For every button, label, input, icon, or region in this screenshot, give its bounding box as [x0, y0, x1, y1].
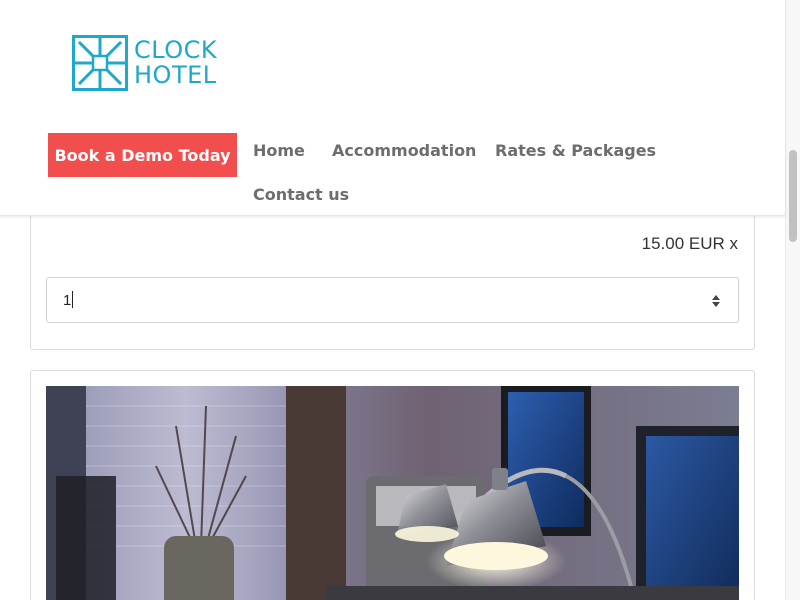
- clock-hotel-logo-icon: [72, 35, 128, 91]
- brand-wordmark: CLOCK HOTEL: [134, 38, 217, 88]
- room-card: [30, 370, 755, 600]
- spinner-arrows-icon[interactable]: [711, 293, 721, 309]
- brand-line2: HOTEL: [134, 61, 217, 89]
- text-caret: [72, 291, 74, 308]
- quantity-stepper[interactable]: 1: [46, 277, 739, 323]
- book-demo-button[interactable]: Book a Demo Today: [48, 133, 237, 177]
- workspace-lamp-image: [46, 386, 739, 600]
- room-photo: [46, 386, 739, 600]
- brand-logo[interactable]: CLOCK HOTEL: [72, 35, 217, 91]
- brand-line1: CLOCK: [134, 36, 218, 64]
- scrollbar-track[interactable]: [785, 0, 800, 600]
- nav-contact-us[interactable]: Contact us: [253, 185, 349, 204]
- nav-rates-packages[interactable]: Rates & Packages: [495, 141, 656, 160]
- site-header: CLOCK HOTEL Book a Demo Today Home Accom…: [0, 0, 785, 216]
- scrollbar-thumb[interactable]: [789, 150, 797, 242]
- nav-home[interactable]: Home: [253, 141, 305, 160]
- nav-accommodation[interactable]: Accommodation: [332, 141, 476, 160]
- extra-price: 15.00 EUR x: [641, 234, 738, 253]
- quantity-value: 1: [63, 292, 72, 309]
